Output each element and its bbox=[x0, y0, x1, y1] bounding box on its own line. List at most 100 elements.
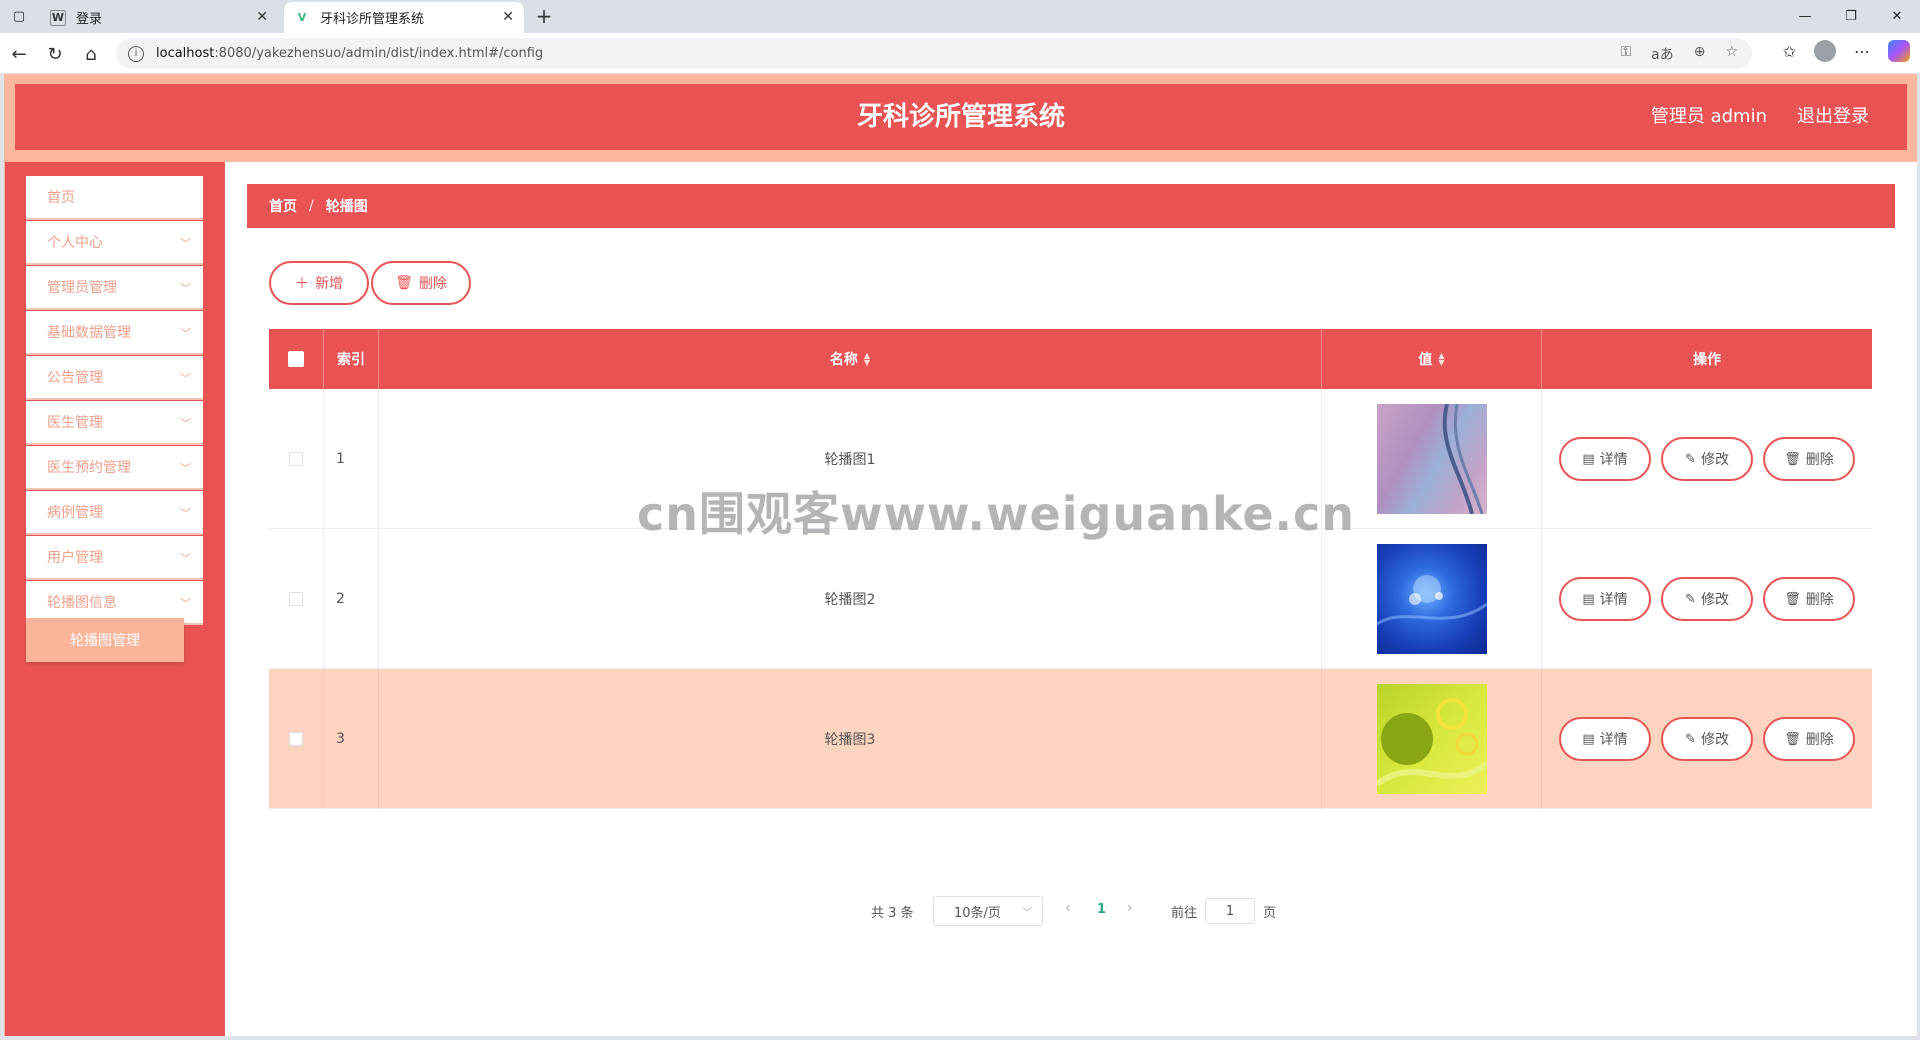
table-row: 1 轮播图1 ▤ 详情 ✎ 修改 🗑 删除 bbox=[269, 389, 1872, 529]
sidebar-item-label: 基础数据管理 bbox=[47, 325, 131, 341]
chevron-down-icon: ﹀ bbox=[180, 507, 191, 520]
minimize-icon[interactable]: — bbox=[1782, 0, 1828, 33]
row-select-cell bbox=[269, 529, 324, 669]
back-icon[interactable]: ← bbox=[4, 39, 34, 69]
document-icon: ▤ bbox=[1582, 731, 1595, 747]
edit-label: 修改 bbox=[1700, 732, 1729, 748]
carousel-image-thumbnail[interactable] bbox=[1376, 404, 1487, 514]
document-icon: ▤ bbox=[1582, 451, 1595, 467]
col-value[interactable]: 值 ▲ ▼ bbox=[1322, 329, 1542, 389]
select-all-checkbox[interactable] bbox=[288, 351, 304, 367]
breadcrumb-home[interactable]: 首页 bbox=[269, 196, 297, 216]
row-checkbox[interactable] bbox=[289, 732, 303, 746]
breadcrumb-separator: / bbox=[309, 198, 314, 214]
browser-tab-active[interactable]: V 牙科诊所管理系统 ✕ bbox=[284, 2, 524, 33]
page-size-value: 10条/页 bbox=[954, 905, 1001, 921]
goto-label: 前往 bbox=[1171, 906, 1198, 921]
more-menu-icon[interactable]: ⋯ bbox=[1854, 42, 1870, 61]
add-button-label: 新增 bbox=[315, 276, 343, 292]
breadcrumb-current: 轮播图 bbox=[325, 199, 368, 215]
pencil-icon: ✎ bbox=[1685, 731, 1696, 747]
browser-tab-login[interactable]: W 登录 ✕ bbox=[40, 2, 278, 33]
sidebar: 首页 个人中心 ﹀ 管理员管理 ﹀ 基础数据管理 ﹀ 公告管理 ﹀ 医生管理 ﹀ 医生预约… bbox=[5, 162, 225, 1036]
sidebar-item-appointments[interactable]: 医生预约管理 ﹀ bbox=[26, 446, 203, 490]
chevron-down-icon: ﹀ bbox=[180, 237, 191, 250]
favorite-star-icon[interactable]: ☆ bbox=[1725, 44, 1738, 64]
carousel-image-thumbnail[interactable] bbox=[1376, 544, 1487, 654]
tab-title: 牙科诊所管理系统 bbox=[320, 12, 425, 27]
detail-label: 详情 bbox=[1599, 592, 1628, 608]
close-tab-icon[interactable]: ✕ bbox=[256, 9, 268, 25]
zoom-icon[interactable]: ⊕ bbox=[1694, 44, 1706, 64]
sidebar-item-label: 病例管理 bbox=[47, 505, 103, 521]
col-name[interactable]: 名称 ▲ ▼ bbox=[379, 329, 1322, 389]
restore-icon[interactable]: ❐ bbox=[1828, 0, 1874, 33]
detail-button[interactable]: ▤ 详情 bbox=[1559, 437, 1651, 481]
close-tab-icon[interactable]: ✕ bbox=[502, 9, 514, 25]
delete-button[interactable]: 🗑 删除 bbox=[1763, 717, 1855, 761]
sidebar-item-cases[interactable]: 病例管理 ﹀ bbox=[26, 491, 203, 535]
sidebar-item-personal-center[interactable]: 个人中心 ﹀ bbox=[26, 221, 203, 265]
logout-link[interactable]: 退出登录 bbox=[1797, 84, 1869, 150]
batch-delete-button[interactable]: 🗑 删除 bbox=[371, 261, 471, 305]
vue-favicon-icon: V bbox=[297, 11, 307, 24]
add-button[interactable]: ＋ 新增 bbox=[269, 261, 369, 305]
next-page-icon[interactable]: › bbox=[1127, 900, 1133, 916]
reload-icon[interactable]: ↻ bbox=[40, 39, 70, 69]
abstract-circles-graphic bbox=[1376, 698, 1487, 787]
sidebar-subitem-label: 轮播图管理 bbox=[70, 633, 140, 649]
col-ops: 操作 bbox=[1542, 329, 1872, 389]
sort-icon[interactable]: ▲ ▼ bbox=[1438, 352, 1444, 367]
chevron-down-icon: ﹀ bbox=[180, 552, 191, 565]
key-icon[interactable]: ⚿ bbox=[1620, 44, 1631, 64]
favorites-icon[interactable]: ✩ bbox=[1783, 42, 1796, 61]
sidebar-item-label: 个人中心 bbox=[47, 235, 103, 251]
sidebar-item-label: 管理员管理 bbox=[47, 280, 117, 296]
chevron-down-icon: ﹀ bbox=[1022, 908, 1032, 919]
document-icon: ▤ bbox=[1582, 591, 1595, 607]
sidebar-item-label: 医生管理 bbox=[47, 415, 103, 431]
trash-icon: 🗑 bbox=[1784, 591, 1801, 607]
home-icon[interactable]: ⌂ bbox=[76, 39, 106, 69]
delete-button[interactable]: 🗑 删除 bbox=[1763, 577, 1855, 621]
site-info-icon[interactable]: i bbox=[128, 45, 144, 62]
delete-button[interactable]: 🗑 删除 bbox=[1763, 437, 1855, 481]
sidebar-item-home[interactable]: 首页 bbox=[26, 176, 203, 220]
col-index-label: 索引 bbox=[337, 352, 365, 368]
row-name: 轮播图2 bbox=[379, 529, 1322, 669]
sidebar-item-admin-management[interactable]: 管理员管理 ﹀ bbox=[26, 266, 203, 310]
sidebar-item-notices[interactable]: 公告管理 ﹀ bbox=[26, 356, 203, 400]
sidebar-item-users[interactable]: 用户管理 ﹀ bbox=[26, 536, 203, 580]
close-window-icon[interactable]: ✕ bbox=[1874, 0, 1920, 33]
copilot-icon[interactable] bbox=[1888, 40, 1910, 62]
abstract-bubbles-graphic bbox=[1376, 575, 1487, 626]
browser-tab-bar: ▢ W 登录 ✕ V 牙科诊所管理系统 ✕ + — ❐ ✕ bbox=[0, 0, 1920, 33]
edit-label: 修改 bbox=[1700, 452, 1729, 468]
sidebar-subitem-carousel-management[interactable]: 轮播图管理 bbox=[26, 618, 184, 662]
goto-page-input[interactable]: 1 bbox=[1205, 898, 1255, 924]
profile-avatar[interactable] bbox=[1814, 40, 1836, 62]
delete-label: 删除 bbox=[1805, 592, 1834, 608]
carousel-image-thumbnail[interactable] bbox=[1376, 684, 1487, 794]
current-page[interactable]: 1 bbox=[1097, 902, 1106, 917]
row-checkbox[interactable] bbox=[289, 592, 303, 606]
address-bar[interactable]: i localhost:8080/yakezhensuo/admin/dist/… bbox=[116, 38, 1752, 69]
edit-button[interactable]: ✎ 修改 bbox=[1661, 577, 1753, 621]
row-index: 3 bbox=[324, 669, 379, 809]
sidebar-item-doctors[interactable]: 医生管理 ﹀ bbox=[26, 401, 203, 445]
prev-page-icon[interactable]: ‹ bbox=[1065, 900, 1071, 916]
tab-actions-icon[interactable]: ▢ bbox=[0, 0, 38, 33]
sidebar-item-base-data[interactable]: 基础数据管理 ﹀ bbox=[26, 311, 203, 355]
col-ops-label: 操作 bbox=[1693, 352, 1721, 368]
new-tab-button[interactable]: + bbox=[530, 2, 558, 30]
read-aloud-icon[interactable]: aあ bbox=[1651, 44, 1674, 64]
row-checkbox[interactable] bbox=[289, 452, 303, 466]
edit-button[interactable]: ✎ 修改 bbox=[1661, 437, 1753, 481]
row-ops-cell: ▤ 详情 ✎ 修改 🗑 删除 bbox=[1542, 669, 1872, 809]
sort-icon[interactable]: ▲ ▼ bbox=[864, 352, 870, 367]
detail-button[interactable]: ▤ 详情 bbox=[1559, 577, 1651, 621]
edit-button[interactable]: ✎ 修改 bbox=[1661, 717, 1753, 761]
page-size-select[interactable]: 10条/页 ﹀ bbox=[933, 896, 1043, 926]
row-image-cell bbox=[1322, 669, 1542, 809]
detail-button[interactable]: ▤ 详情 bbox=[1559, 717, 1651, 761]
